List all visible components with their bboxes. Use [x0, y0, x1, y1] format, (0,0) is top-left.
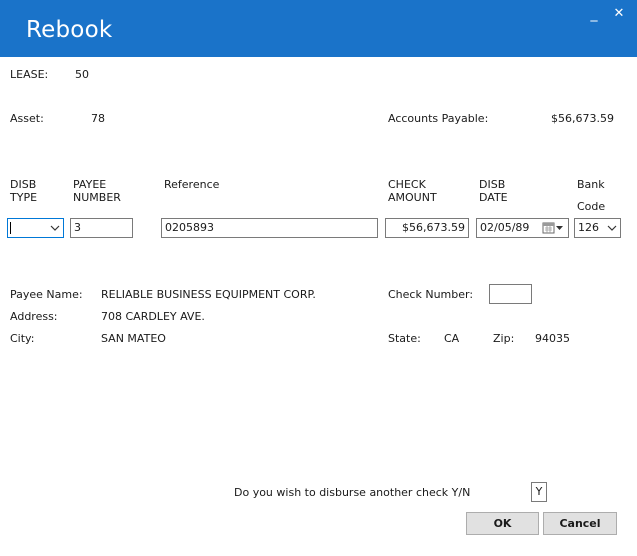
payee-number-input[interactable]: 3 — [70, 218, 133, 238]
disb-date-header-line1: DISB — [479, 178, 506, 191]
payee-name-label: Payee Name: — [10, 288, 83, 301]
disb-type-header-line2: TYPE — [10, 191, 38, 204]
check-amount-header-line2: AMOUNT — [388, 191, 437, 204]
payee-number-value: 3 — [74, 221, 81, 234]
disb-date-header-line2: DATE — [479, 191, 508, 204]
disburse-another-value: Y — [535, 485, 543, 498]
disb-type-select[interactable] — [7, 218, 64, 238]
title-bar: Rebook _ ✕ — [0, 0, 637, 57]
check-amount-input[interactable]: $56,673.59 — [385, 218, 469, 238]
address-label: Address: — [10, 310, 58, 323]
address-value: 708 CARDLEY AVE. — [101, 310, 205, 323]
bank-code-header-line1: Bank — [577, 178, 605, 191]
text-cursor — [10, 222, 11, 234]
disb-date-picker[interactable]: 02/05/89 — [476, 218, 569, 238]
ok-button[interactable]: OK — [466, 512, 539, 535]
accounts-payable-label: Accounts Payable: — [388, 112, 489, 125]
asset-value: 78 — [91, 112, 105, 125]
check-number-label: Check Number: — [388, 288, 474, 301]
check-number-input[interactable] — [489, 284, 532, 304]
payee-name-value: RELIABLE BUSINESS EQUIPMENT CORP. — [101, 288, 316, 301]
minimize-icon[interactable]: _ — [584, 4, 604, 24]
asset-label: Asset: — [10, 112, 44, 125]
chevron-down-icon[interactable] — [607, 224, 617, 232]
payee-number-header-line2: NUMBER — [73, 191, 121, 204]
reference-header: Reference — [164, 178, 220, 191]
check-amount-header-line1: CHECK — [388, 178, 426, 191]
state-value: CA — [444, 332, 460, 345]
payee-number-header-line1: PAYEE — [73, 178, 107, 191]
bank-code-header-line2: Code — [577, 200, 606, 213]
cancel-button[interactable]: Cancel — [543, 512, 617, 535]
city-label: City: — [10, 332, 35, 345]
bank-code-value: 126 — [578, 221, 599, 234]
zip-value: 94035 — [535, 332, 570, 345]
reference-value: 0205893 — [165, 221, 214, 234]
city-value: SAN MATEO — [101, 332, 166, 345]
lease-label: LEASE: — [10, 68, 49, 81]
bank-code-select[interactable]: 126 — [574, 218, 621, 238]
lease-value: 50 — [75, 68, 89, 81]
check-amount-value: $56,673.59 — [402, 221, 465, 234]
disburse-another-input[interactable]: Y — [531, 482, 547, 502]
window-title: Rebook — [26, 17, 113, 43]
calendar-icon[interactable] — [542, 222, 564, 234]
disburse-another-prompt: Do you wish to disburse another check Y/… — [234, 486, 471, 499]
state-label: State: — [388, 332, 421, 345]
disb-date-value: 02/05/89 — [480, 221, 530, 234]
close-icon[interactable]: ✕ — [609, 4, 629, 24]
disb-type-header-line1: DISB — [10, 178, 37, 191]
accounts-payable-value: $56,673.59 — [551, 112, 614, 125]
zip-label: Zip: — [493, 332, 515, 345]
reference-input[interactable]: 0205893 — [161, 218, 378, 238]
chevron-down-icon[interactable] — [50, 224, 60, 232]
